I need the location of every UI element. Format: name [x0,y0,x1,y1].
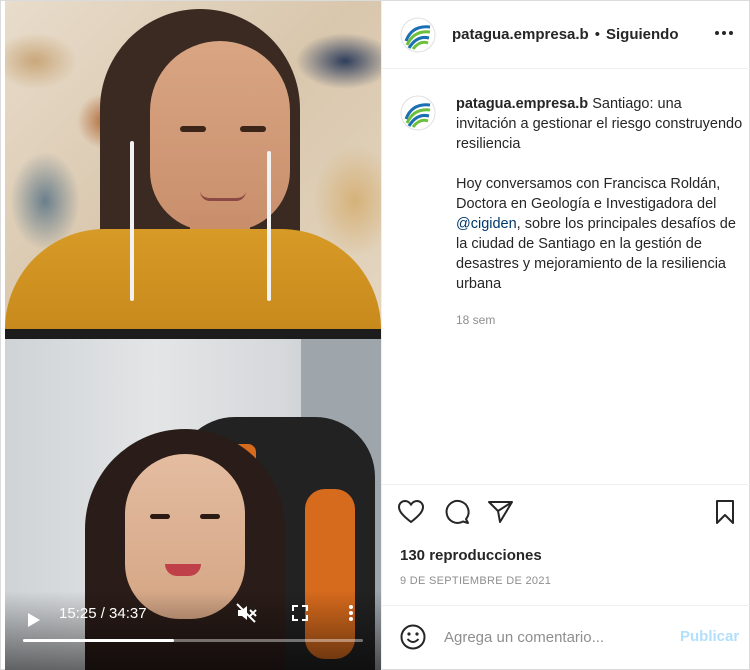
post-header: patagua.empresa.b • Siguiendo [382,1,750,69]
video-progress-fill [23,639,175,642]
caption-text: patagua.empresa.b Santiago: una invitaci… [456,94,746,294]
video-time: 15:25 / 34:37 [59,604,147,622]
heart-icon[interactable] [396,497,426,527]
post-date: 9 DE SEPTIEMBRE DE 2021 [400,575,552,587]
more-horizontal-icon[interactable] [710,21,738,45]
post-dialog: 15:25 / 34:37 patagua.empresa.b • Siguie… [0,0,750,670]
post-sidebar: patagua.empresa.b • Siguiendo patagua.em… [381,1,750,670]
more-vertical-icon[interactable] [345,603,357,623]
video-progress-bar[interactable] [23,639,363,642]
video-player[interactable]: 15:25 / 34:37 [5,1,381,670]
separator-dot: • [594,26,600,43]
following-button[interactable]: Siguiendo [606,26,679,43]
video-top-participant [5,1,381,329]
comment-input[interactable] [444,623,664,651]
muted-speaker-icon[interactable] [235,603,259,623]
bookmark-icon[interactable] [710,497,740,527]
caption-body: Hoy conversamos con Francisca Roldán, Do… [456,176,736,292]
caption-username[interactable]: patagua.empresa.b [456,96,588,112]
avatar[interactable] [400,95,436,131]
avatar[interactable] [400,17,436,53]
author-username[interactable]: patagua.empresa.b [452,26,589,43]
play-icon[interactable] [25,611,43,629]
fullscreen-icon[interactable] [289,603,311,623]
post-time-ago: 18 sem [456,313,496,327]
mention-link[interactable]: @cigiden [456,216,517,232]
view-count[interactable]: 130 reproducciones [400,547,542,564]
comment-bubble-icon[interactable] [442,497,472,527]
paper-plane-icon[interactable] [486,497,516,527]
smiley-icon[interactable] [400,624,428,652]
publish-button[interactable]: Publicar [680,628,739,645]
